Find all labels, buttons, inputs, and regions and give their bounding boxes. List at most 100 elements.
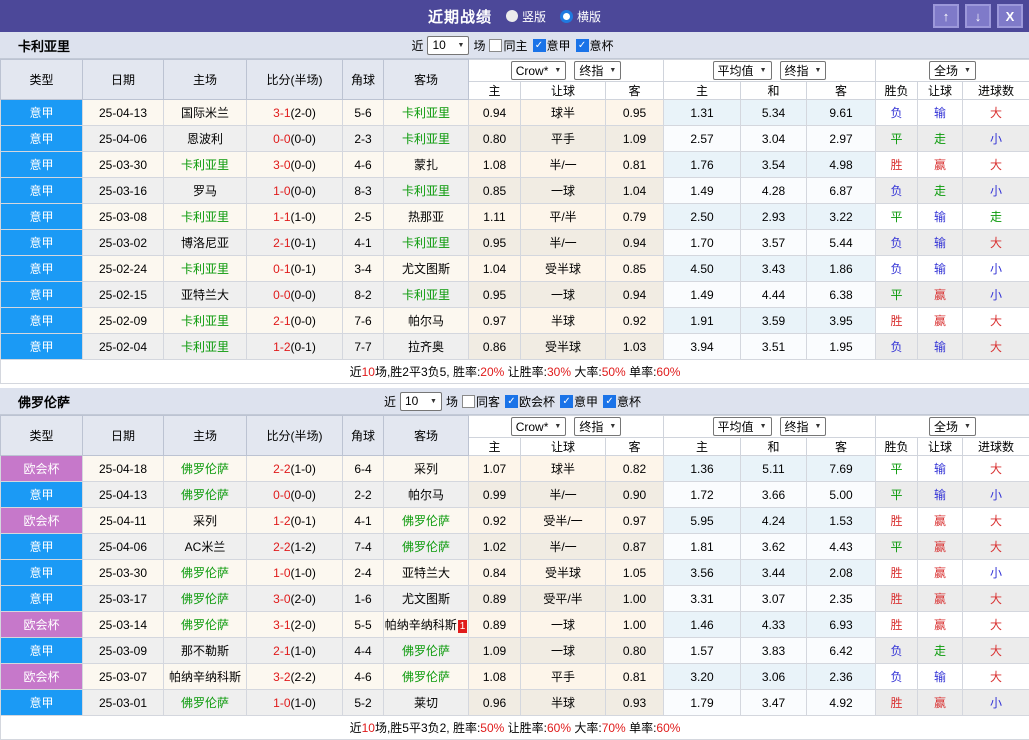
league-badge: 意甲: [1, 534, 83, 560]
away-team-name[interactable]: 热那亚: [408, 210, 444, 224]
home-team[interactable]: 国际米兰: [164, 100, 247, 126]
final-odds-select[interactable]: 终指▼: [574, 61, 621, 80]
filter-checkbox[interactable]: ✓: [533, 39, 546, 52]
layout-radio-option[interactable]: 横版: [560, 8, 601, 25]
radio-label[interactable]: 横版: [577, 8, 601, 25]
home-team[interactable]: 佛罗伦萨: [164, 456, 247, 482]
away-team-name[interactable]: 采列: [414, 462, 438, 476]
away-team-name[interactable]: 帕纳辛纳科斯: [385, 618, 457, 632]
away-team-name[interactable]: 卡利亚里: [402, 132, 450, 146]
home-team[interactable]: 博洛尼亚: [164, 230, 247, 256]
home-team[interactable]: 帕纳辛纳科斯: [164, 664, 247, 690]
match-count-select[interactable]: 10▼: [427, 36, 469, 55]
away-team[interactable]: 采列: [384, 456, 469, 482]
away-team[interactable]: 蒙扎: [384, 152, 469, 178]
bookmaker-select[interactable]: Crow*▼: [511, 417, 567, 436]
away-team[interactable]: 帕纳辛纳科斯1: [384, 612, 469, 638]
away-team[interactable]: 佛罗伦萨: [384, 508, 469, 534]
home-team[interactable]: 佛罗伦萨: [164, 586, 247, 612]
radio-icon[interactable]: [560, 10, 573, 23]
away-team-name[interactable]: 亚特兰大: [402, 566, 450, 580]
away-team-name[interactable]: 尤文图斯: [402, 262, 450, 276]
filter-checkbox[interactable]: [462, 395, 475, 408]
home-team[interactable]: 佛罗伦萨: [164, 612, 247, 638]
away-team-name[interactable]: 帕尔马: [408, 488, 444, 502]
filter-option-label[interactable]: 意甲: [574, 393, 598, 410]
away-team-name[interactable]: 蒙扎: [414, 158, 438, 172]
home-team[interactable]: 采列: [164, 508, 247, 534]
home-team[interactable]: 佛罗伦萨: [164, 482, 247, 508]
filter-option-label[interactable]: 同客: [476, 393, 500, 410]
filter-checkbox[interactable]: ✓: [560, 395, 573, 408]
away-team[interactable]: 卡利亚里: [384, 100, 469, 126]
away-team-name[interactable]: 卡利亚里: [402, 288, 450, 302]
away-team[interactable]: 佛罗伦萨: [384, 534, 469, 560]
away-team[interactable]: 卡利亚里: [384, 178, 469, 204]
filter-checkbox[interactable]: ✓: [576, 39, 589, 52]
subcol-avg-draw: 和: [741, 438, 807, 456]
filter-option-label[interactable]: 欧会杯: [519, 393, 555, 410]
away-team-name[interactable]: 卡利亚里: [402, 236, 450, 250]
close-button[interactable]: X: [997, 4, 1023, 28]
filter-checkbox[interactable]: [489, 39, 502, 52]
filter-option-label[interactable]: 意杯: [617, 393, 641, 410]
radio-label[interactable]: 竖版: [522, 8, 546, 25]
final-odds-select-2[interactable]: 终指▼: [780, 61, 827, 80]
filter-option-label[interactable]: 意杯: [590, 37, 614, 54]
scope-select[interactable]: 全场▼: [929, 61, 976, 80]
away-team[interactable]: 拉齐奥: [384, 334, 469, 360]
away-team[interactable]: 卡利亚里: [384, 230, 469, 256]
away-team-name[interactable]: 拉齐奥: [408, 340, 444, 354]
filter-option-label[interactable]: 同主: [503, 37, 527, 54]
bookmaker-select[interactable]: Crow*▼: [511, 61, 567, 80]
home-team[interactable]: 卡利亚里: [164, 256, 247, 282]
away-team-name[interactable]: 佛罗伦萨: [402, 540, 450, 554]
filter-checkbox[interactable]: ✓: [603, 395, 616, 408]
home-team[interactable]: 佛罗伦萨: [164, 560, 247, 586]
odds-away: 0.93: [606, 690, 664, 716]
away-team-name[interactable]: 佛罗伦萨: [402, 514, 450, 528]
odds-away: 1.04: [606, 178, 664, 204]
away-team[interactable]: 卡利亚里: [384, 126, 469, 152]
home-team[interactable]: AC米兰: [164, 534, 247, 560]
home-team[interactable]: 那不勒斯: [164, 638, 247, 664]
away-team[interactable]: 尤文图斯: [384, 256, 469, 282]
move-up-button[interactable]: ↑: [933, 4, 959, 28]
match-count-select[interactable]: 10▼: [400, 392, 442, 411]
final-odds-select-2[interactable]: 终指▼: [780, 417, 827, 436]
away-team[interactable]: 佛罗伦萨: [384, 664, 469, 690]
away-team-name[interactable]: 卡利亚里: [402, 106, 450, 120]
home-team[interactable]: 卡利亚里: [164, 152, 247, 178]
away-team-name[interactable]: 佛罗伦萨: [402, 670, 450, 684]
average-select[interactable]: 平均值▼: [713, 61, 772, 80]
radio-icon[interactable]: [506, 10, 518, 22]
home-team[interactable]: 恩波利: [164, 126, 247, 152]
final-odds-select[interactable]: 终指▼: [574, 417, 621, 436]
away-team[interactable]: 热那亚: [384, 204, 469, 230]
away-team[interactable]: 亚特兰大: [384, 560, 469, 586]
home-team[interactable]: 亚特兰大: [164, 282, 247, 308]
home-team[interactable]: 卡利亚里: [164, 334, 247, 360]
move-down-button[interactable]: ↓: [965, 4, 991, 28]
away-team[interactable]: 佛罗伦萨: [384, 638, 469, 664]
away-team-name[interactable]: 佛罗伦萨: [402, 644, 450, 658]
home-team[interactable]: 卡利亚里: [164, 308, 247, 334]
layout-radio-option[interactable]: 竖版: [506, 8, 546, 25]
away-team-name[interactable]: 尤文图斯: [402, 592, 450, 606]
away-team[interactable]: 帕尔马: [384, 482, 469, 508]
scope-select[interactable]: 全场▼: [929, 417, 976, 436]
filter-checkbox[interactable]: ✓: [505, 395, 518, 408]
away-team[interactable]: 莱切: [384, 690, 469, 716]
home-team[interactable]: 罗马: [164, 178, 247, 204]
filter-option-label[interactable]: 意甲: [547, 37, 571, 54]
away-team[interactable]: 帕尔马: [384, 308, 469, 334]
average-select[interactable]: 平均值▼: [713, 417, 772, 436]
away-team-name[interactable]: 莱切: [414, 696, 438, 710]
home-team[interactable]: 卡利亚里: [164, 204, 247, 230]
away-team[interactable]: 卡利亚里: [384, 282, 469, 308]
home-team[interactable]: 佛罗伦萨: [164, 690, 247, 716]
away-team[interactable]: 尤文图斯: [384, 586, 469, 612]
away-team-name[interactable]: 卡利亚里: [402, 184, 450, 198]
away-team-name[interactable]: 帕尔马: [408, 314, 444, 328]
avg-home-odds: 3.31: [664, 586, 741, 612]
